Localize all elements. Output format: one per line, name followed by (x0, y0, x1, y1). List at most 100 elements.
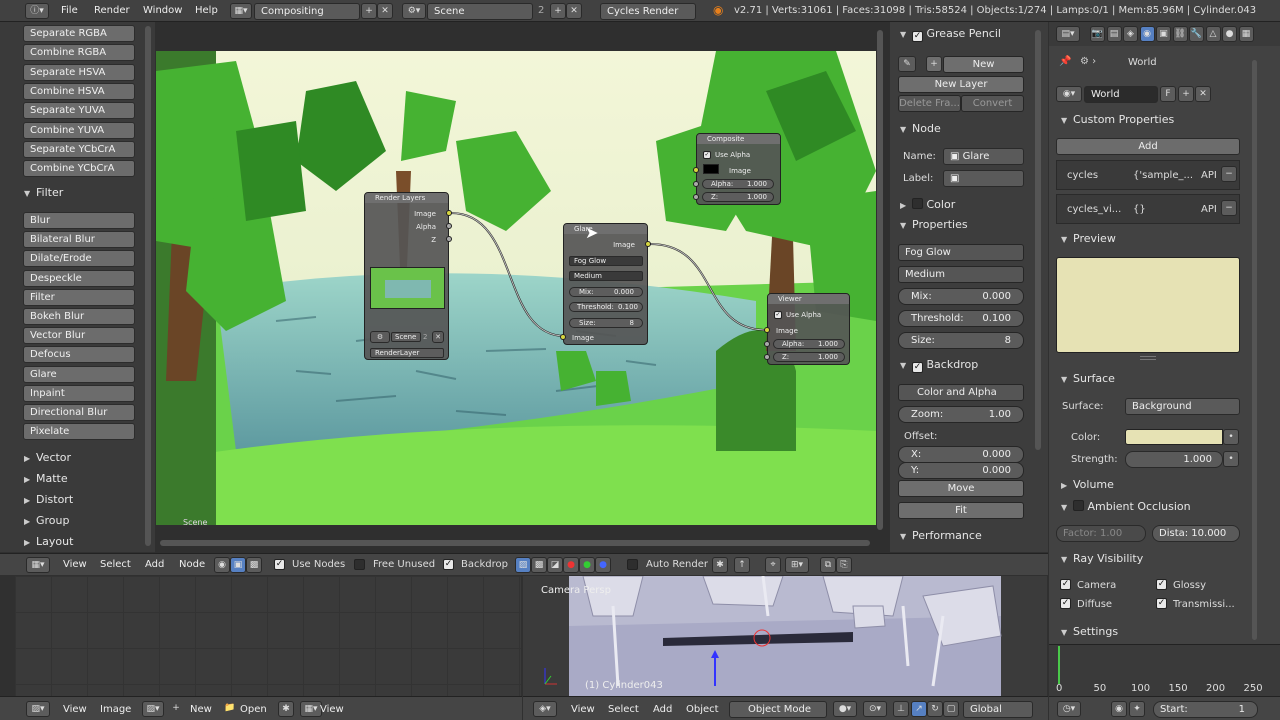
paste-nodes-icon[interactable]: ⎘ (836, 557, 852, 573)
render-layers-socket-z[interactable] (446, 236, 452, 242)
texture-nodes-icon[interactable]: ▩ (246, 557, 262, 573)
camera-checkbox[interactable]: ✓ (1060, 579, 1071, 590)
glare-threshold-field[interactable]: Threshold: 0.100 (569, 302, 643, 312)
3d-menu-select[interactable]: Select (608, 704, 639, 715)
image-menu-view[interactable]: View (63, 704, 87, 715)
backdrop-channel-blue-icon[interactable]: ● (595, 557, 611, 573)
prop1-api[interactable]: API (1201, 170, 1217, 181)
move-button[interactable]: Move (898, 480, 1024, 497)
world-add-icon[interactable]: + (1178, 86, 1194, 102)
grease-pencil-checkbox[interactable]: ✓ (912, 31, 923, 42)
parent-tree-icon[interactable]: ↑ (734, 557, 750, 573)
node-menu-select[interactable]: Select (100, 559, 131, 570)
threshold-field[interactable]: Threshold: 0.100 (898, 310, 1024, 327)
props-tab-scene-icon[interactable]: ◈ (1123, 26, 1138, 42)
viewer-node[interactable]: Viewer ✓ Use Alpha Image Alpha: 1.000 Z: 1… (764, 293, 850, 365)
props-tab-texture-icon[interactable]: ▦ (1238, 26, 1254, 42)
properties-section-header[interactable]: ▼ Properties (900, 218, 968, 231)
surface-dropdown[interactable]: Background (1125, 398, 1240, 415)
viewer-use-alpha-checkbox[interactable]: ✓ (774, 311, 782, 319)
viewer-title[interactable]: Viewer (768, 294, 849, 304)
editor-type-icon[interactable]: ▦▾ (26, 557, 50, 573)
render-layers-node[interactable]: Render Layers Image Alpha Z ⚙ Scene 2 ✕ … (364, 192, 452, 360)
viewer-image-socket[interactable] (764, 327, 770, 333)
translate-icon[interactable]: ↗ (911, 701, 927, 717)
backdrop-channel-green-icon[interactable]: ● (579, 557, 595, 573)
glare-size-field[interactable]: Size: 8 (569, 318, 643, 328)
image-browse-icon[interactable]: ▨▾ (142, 701, 164, 717)
glare-type-dropdown[interactable]: Fog Glow (898, 244, 1024, 261)
world-unlink-icon[interactable]: ✕ (1195, 86, 1211, 102)
composite-image-socket[interactable] (693, 167, 699, 173)
composite-z-socket[interactable] (693, 194, 699, 200)
rotate-icon[interactable]: ↻ (927, 701, 943, 717)
new-image-button[interactable]: New (190, 704, 212, 715)
render-layers-scene-icon[interactable]: ⚙ (370, 331, 390, 343)
render-layers-layer-select[interactable]: RenderLayer (370, 348, 444, 358)
image-view-mode[interactable]: View (320, 704, 344, 715)
new-grease-pencil-button[interactable]: New (943, 56, 1024, 73)
node-menu-add[interactable]: Add (145, 559, 164, 570)
viewer-z-field[interactable]: Z: 1.000 (773, 352, 845, 362)
props-tab-render-layers-icon[interactable]: ▤ (1106, 26, 1122, 42)
zoom-field[interactable]: Zoom: 1.00 (898, 406, 1024, 423)
composite-alpha-field[interactable]: Alpha: 1.000 (702, 179, 774, 189)
composite-use-alpha-checkbox[interactable]: ✓ (703, 151, 711, 159)
manipulator-icon[interactable]: ⊥ (893, 701, 909, 717)
surface-header[interactable]: ▼ Surface (1061, 372, 1115, 385)
glare-type-select[interactable]: Fog Glow (569, 256, 643, 266)
strength-field[interactable]: 1.000 (1125, 451, 1223, 468)
ao-header[interactable]: ▼ Ambient Occlusion (1061, 499, 1191, 513)
timeline-editor-type-icon[interactable]: ◷▾ (1057, 701, 1081, 717)
open-image-button[interactable]: Open (240, 704, 267, 715)
backdrop-section-header[interactable]: ▼ ✓ Backdrop (900, 358, 978, 373)
custom-props-header[interactable]: ▼ Custom Properties (1061, 113, 1174, 126)
node-name-field[interactable]: ▣ Glare (943, 148, 1024, 165)
open-image-folder-icon[interactable]: 📁 (222, 701, 238, 717)
settings-header[interactable]: ▼ Settings (1061, 625, 1118, 638)
viewer-alpha-socket[interactable] (764, 341, 770, 347)
backdrop-channel-color-alpha-icon[interactable]: ▨ (515, 557, 531, 573)
render-layers-socket-alpha[interactable] (446, 223, 452, 229)
glare-quality-select[interactable]: Medium (569, 271, 643, 281)
3d-menu-add[interactable]: Add (653, 704, 672, 715)
backdrop-toggle-checkbox[interactable]: ✓ (443, 559, 454, 570)
transmission-checkbox[interactable]: ✓ (1156, 598, 1167, 609)
image-pin-icon[interactable]: ✱ (278, 701, 294, 717)
prop1-remove-icon[interactable]: − (1221, 166, 1237, 182)
render-layers-scene[interactable]: Scene (391, 332, 421, 342)
new-image-add-icon[interactable]: + (168, 701, 184, 717)
3d-menu-view[interactable]: View (571, 704, 595, 715)
props-tab-material-icon[interactable]: ● (1222, 26, 1237, 42)
composite-alpha-socket[interactable] (693, 181, 699, 187)
backdrop-checkbox[interactable]: ✓ (912, 362, 923, 373)
fit-button[interactable]: Fit (898, 502, 1024, 519)
render-layers-unlink-icon[interactable]: ✕ (432, 331, 444, 343)
offset-y-field[interactable]: Y: 0.000 (898, 462, 1024, 479)
shading-mode-icon[interactable]: ●▾ (833, 701, 857, 717)
props-tab-data-icon[interactable]: △ (1205, 26, 1221, 42)
size-field[interactable]: Size: 8 (898, 332, 1024, 349)
preview-header[interactable]: ▼ Preview (1061, 232, 1116, 245)
properties-editor-type-icon[interactable]: ▤▾ (1056, 26, 1080, 42)
copy-nodes-icon[interactable]: ⧉ (820, 557, 836, 573)
new-layer-button[interactable]: New Layer (898, 76, 1024, 93)
shader-nodes-icon[interactable]: ◉ (214, 557, 230, 573)
scale-icon[interactable]: ▢ (943, 701, 959, 717)
props-tab-modifiers-icon[interactable]: 🔧 (1189, 26, 1204, 42)
glare-quality-dropdown[interactable]: Medium (898, 266, 1024, 283)
world-name-field[interactable]: World (1084, 86, 1158, 103)
node-menu-node[interactable]: Node (179, 559, 205, 570)
timeline-keying-icon[interactable]: ✦ (1129, 701, 1145, 717)
preview-resize-handle[interactable] (1140, 356, 1156, 360)
props-scrollbar[interactable] (1035, 30, 1041, 450)
props-tab-object-icon[interactable]: ▣ (1156, 26, 1171, 42)
ao-distance-field[interactable]: Dista: 10.000 (1152, 525, 1240, 542)
pivot-point-icon[interactable]: ⊙▾ (863, 701, 887, 717)
pin-tree-icon[interactable]: ✱ (712, 557, 728, 573)
glare-mix-field[interactable]: Mix: 0.000 (569, 287, 643, 297)
transform-orientation-select[interactable]: Global (963, 701, 1033, 718)
backdrop-channel-alpha-icon[interactable]: ▩ (531, 557, 547, 573)
pencil-icon[interactable]: ✎ (898, 56, 916, 72)
diffuse-checkbox[interactable]: ✓ (1060, 598, 1071, 609)
